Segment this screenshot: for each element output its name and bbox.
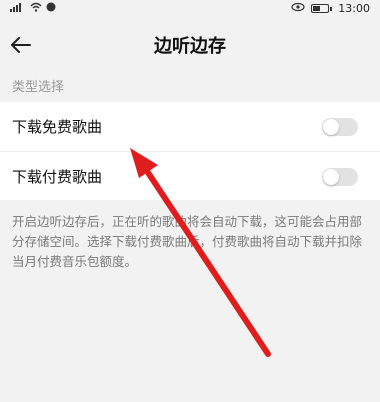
paid-songs-toggle[interactable] <box>322 168 358 186</box>
status-left <box>10 2 56 15</box>
wifi-icon <box>30 2 42 15</box>
battery-tip <box>330 6 333 11</box>
status-right: 13:00 <box>291 2 370 15</box>
section-label: 类型选择 <box>12 80 65 95</box>
title-bar: 边听边存 <box>0 22 380 66</box>
signal-icon <box>10 2 26 15</box>
description-text: 开启边听边存后，正在听的歌曲将会自动下载，这可能会占用部分存储空间。选择下载付费… <box>12 214 363 269</box>
status-bar: 13:00 <box>0 0 380 18</box>
setting-label: 下载付费歌曲 <box>12 167 103 186</box>
setting-label: 下载免费歌曲 <box>12 118 103 136</box>
eye-icon <box>291 2 305 15</box>
toggle-knob <box>323 119 339 135</box>
app-icon <box>46 2 56 15</box>
free-songs-toggle[interactable] <box>322 118 358 136</box>
setting-row-free-songs[interactable]: 下载免费歌曲 <box>0 102 380 151</box>
setting-row-paid-songs[interactable]: 下载付费歌曲 <box>0 151 380 200</box>
toggle-knob <box>323 169 339 185</box>
status-time: 13:00 <box>338 2 370 15</box>
battery-icon <box>311 4 330 13</box>
settings-list: 下载免费歌曲 下载付费歌曲 <box>0 102 380 200</box>
page-title: 边听边存 <box>154 36 226 57</box>
